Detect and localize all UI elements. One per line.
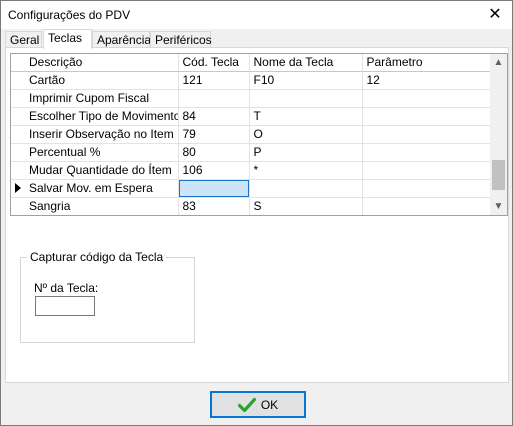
cell-parametro[interactable] [362, 89, 492, 108]
cell-cod-tecla[interactable]: 80 [178, 143, 250, 162]
ok-button-content: OK [212, 393, 304, 416]
cell-parametro[interactable] [362, 197, 492, 215]
tab-geral[interactable]: Geral [5, 31, 42, 48]
cell-parametro[interactable] [362, 179, 492, 198]
row-indicator [11, 71, 25, 90]
table-row[interactable]: Percentual % 80 P [11, 143, 492, 162]
key-table: Descrição Cód. Tecla Nome da Tecla Parâm… [11, 54, 492, 215]
cell-nome-tecla[interactable]: F10 [249, 71, 363, 90]
cell-descricao[interactable]: Escolher Tipo de Movimento [25, 107, 179, 126]
scrollbar-thumb[interactable] [492, 160, 505, 190]
header-indicator [11, 54, 25, 72]
cell-nome-tecla[interactable]: P [249, 143, 363, 162]
row-indicator [11, 143, 25, 162]
table-row[interactable]: Escolher Tipo de Movimento 84 T [11, 107, 492, 126]
table-row[interactable]: Mudar Quantidade do Ítem 106 * [11, 161, 492, 180]
cell-cod-tecla[interactable] [178, 89, 250, 108]
cell-parametro[interactable] [362, 125, 492, 144]
green-check-icon [237, 397, 256, 412]
title-bar: Configurações do PDV ✕ [1, 1, 512, 29]
cell-parametro[interactable] [362, 143, 492, 162]
cell-descricao[interactable]: Salvar Mov. em Espera [25, 179, 179, 198]
grid-vertical-scrollbar[interactable]: ▲ ▼ [490, 54, 507, 215]
scroll-down-icon[interactable]: ▼ [490, 198, 507, 215]
window-title: Configurações do PDV [8, 8, 131, 22]
tab-aparencia[interactable]: Aparência [92, 31, 151, 48]
cell-cod-tecla-editing[interactable] [178, 179, 250, 198]
scroll-up-icon[interactable]: ▲ [490, 54, 507, 71]
cell-nome-tecla[interactable]: S [249, 197, 363, 215]
table-row[interactable]: Inserir Observação no Item 79 O [11, 125, 492, 144]
col-header-parametro[interactable]: Parâmetro [362, 54, 492, 72]
cell-descricao[interactable]: Cartão [25, 71, 179, 90]
close-button[interactable]: ✕ [478, 1, 512, 29]
col-header-nome-tecla[interactable]: Nome da Tecla [249, 54, 363, 72]
cell-cod-tecla[interactable]: 121 [178, 71, 250, 90]
row-indicator [11, 161, 25, 180]
cell-nome-tecla[interactable]: T [249, 107, 363, 126]
cell-nome-tecla[interactable]: * [249, 161, 363, 180]
cell-cod-tecla[interactable]: 84 [178, 107, 250, 126]
col-header-cod-tecla[interactable]: Cód. Tecla [178, 54, 250, 72]
row-indicator [11, 89, 25, 108]
cell-nome-tecla[interactable] [249, 89, 363, 108]
ok-button-label: OK [260, 397, 279, 412]
cell-cod-tecla[interactable]: 106 [178, 161, 250, 180]
cell-parametro[interactable]: 12 [362, 71, 492, 90]
table-row[interactable]: Sangria 83 S [11, 197, 492, 215]
key-number-label: Nº da Tecla: [34, 281, 99, 295]
cell-nome-tecla[interactable] [249, 179, 363, 198]
cell-parametro[interactable] [362, 107, 492, 126]
table-row[interactable]: Imprimir Cupom Fiscal [11, 89, 492, 108]
pdv-config-dialog: Configurações do PDV ✕ Geral Teclas Apar… [0, 0, 513, 426]
row-indicator [11, 197, 25, 215]
row-indicator [11, 107, 25, 126]
key-mapping-grid[interactable]: Descrição Cód. Tecla Nome da Tecla Parâm… [10, 53, 508, 216]
cell-descricao[interactable]: Inserir Observação no Item [25, 125, 179, 144]
cell-descricao[interactable]: Imprimir Cupom Fiscal [25, 89, 179, 108]
col-header-descricao[interactable]: Descrição [25, 54, 179, 72]
cell-parametro[interactable] [362, 161, 492, 180]
header-row: Descrição Cód. Tecla Nome da Tecla Parâm… [11, 54, 492, 72]
tab-perifericos[interactable]: Periféricos [150, 31, 212, 48]
row-indicator [11, 125, 25, 144]
table-row-current[interactable]: Salvar Mov. em Espera [11, 179, 492, 198]
table-row[interactable]: Cartão 121 F10 12 [11, 71, 492, 90]
grid-body: Descrição Cód. Tecla Nome da Tecla Parâm… [11, 54, 492, 215]
cell-descricao[interactable]: Percentual % [25, 143, 179, 162]
capture-key-group: Capturar código da Tecla Nº da Tecla: [20, 250, 195, 343]
cell-descricao[interactable]: Mudar Quantidade do Ítem [25, 161, 179, 180]
capture-group-title: Capturar código da Tecla [27, 250, 167, 264]
cell-descricao[interactable]: Sangria [25, 197, 179, 215]
cell-nome-tecla[interactable]: O [249, 125, 363, 144]
cell-cod-tecla[interactable]: 79 [178, 125, 250, 144]
tab-teclas[interactable]: Teclas [43, 29, 92, 49]
key-number-input[interactable] [35, 296, 95, 316]
ok-button[interactable]: OK [210, 391, 306, 418]
cell-cod-tecla[interactable]: 83 [178, 197, 250, 215]
tab-panel-teclas: Descrição Cód. Tecla Nome da Tecla Parâm… [5, 47, 509, 383]
current-row-arrow-icon [11, 179, 25, 198]
